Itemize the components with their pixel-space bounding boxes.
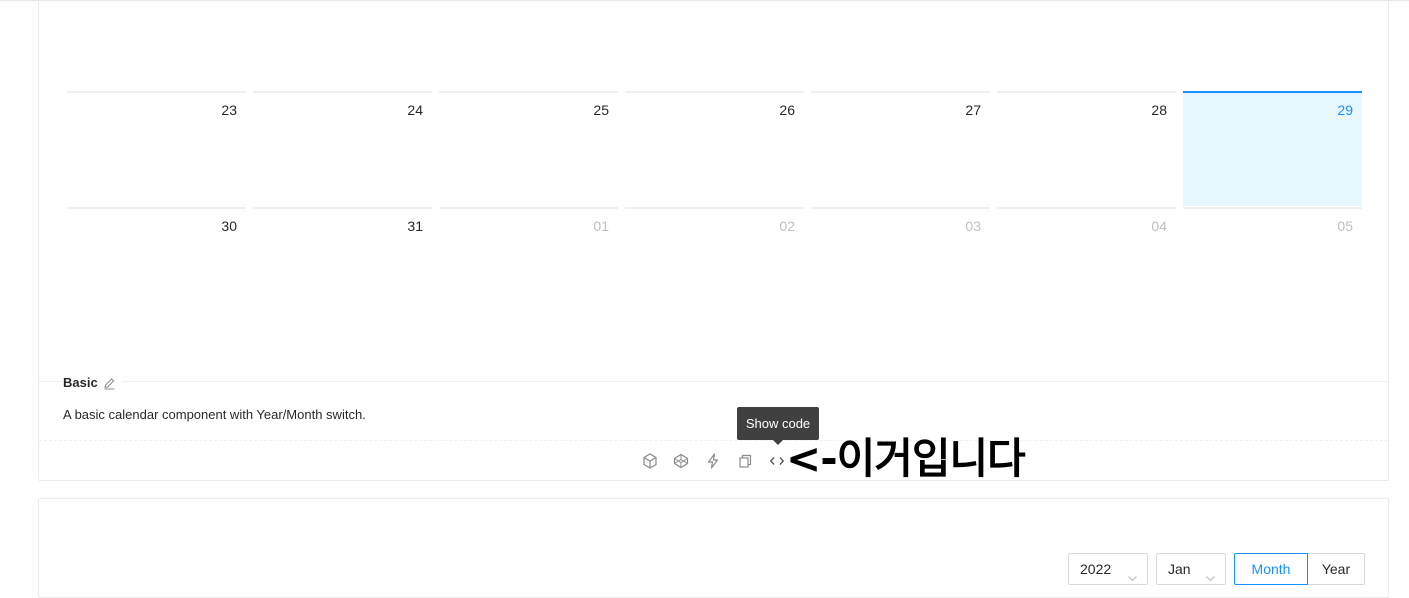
edit-icon[interactable] [103, 377, 116, 390]
demo-title: Basic [63, 374, 122, 392]
calendar-cell[interactable]: 04 [997, 207, 1176, 322]
stackblitz-icon[interactable] [704, 452, 722, 470]
calendar-cell[interactable]: 01 [439, 207, 618, 322]
calendar-cell[interactable]: 23 [67, 91, 246, 206]
calendar-date-number: 26 [779, 102, 795, 118]
calendar-date-number: 05 [1337, 218, 1353, 234]
calendar-date-number: 24 [407, 102, 423, 118]
calendar-date-number: 25 [593, 102, 609, 118]
calendar-date-number: 31 [407, 218, 423, 234]
calendar-cell[interactable]: 05 [1183, 207, 1362, 322]
calendar-date-number: 29 [1337, 102, 1353, 118]
calendar-date-number: 27 [965, 102, 981, 118]
demo-meta-divider [39, 381, 1388, 382]
annotation-text: <-이거입니다 [786, 434, 1026, 483]
demo-actions-divider [39, 440, 1388, 441]
calendar-date-number: 01 [593, 218, 609, 234]
month-select[interactable]: Jan [1156, 553, 1226, 585]
demo-title-text: Basic [63, 375, 98, 390]
calendar-cell[interactable]: 26 [625, 91, 804, 206]
calendar-cell-today[interactable]: 29 [1183, 91, 1362, 206]
calendar-date-number: 30 [221, 218, 237, 234]
month-select-value: Jan [1168, 561, 1191, 577]
chevron-down-icon [1205, 564, 1216, 594]
calendar-cell[interactable]: 31 [253, 207, 432, 322]
calendar-cell[interactable]: 27 [811, 91, 990, 206]
mode-year-button[interactable]: Year [1307, 553, 1365, 585]
chevron-down-icon [1127, 564, 1138, 594]
calendar-cell[interactable]: 28 [997, 91, 1176, 206]
calendar-date-number: 03 [965, 218, 981, 234]
tooltip-arrow [773, 440, 783, 445]
calendar-cell[interactable]: 30 [67, 207, 246, 322]
calendar-cell[interactable]: 03 [811, 207, 990, 322]
codesandbox-icon[interactable] [641, 452, 659, 470]
codepen-icon[interactable] [672, 452, 690, 470]
year-select-value: 2022 [1080, 561, 1112, 577]
calendar-date-number: 23 [221, 102, 237, 118]
year-select[interactable]: 2022 [1068, 553, 1148, 585]
show-code-icon[interactable] [768, 452, 786, 470]
calendar-date-number: 28 [1151, 102, 1167, 118]
calendar-date-number: 04 [1151, 218, 1167, 234]
calendar-date-number: 02 [779, 218, 795, 234]
mode-month-button[interactable]: Month [1234, 553, 1308, 585]
copy-icon[interactable] [736, 452, 754, 470]
demo-description: A basic calendar component with Year/Mon… [63, 407, 366, 422]
calendar-cell[interactable]: 25 [439, 91, 618, 206]
calendar-cell[interactable]: 02 [625, 207, 804, 322]
calendar-cell[interactable]: 24 [253, 91, 432, 206]
